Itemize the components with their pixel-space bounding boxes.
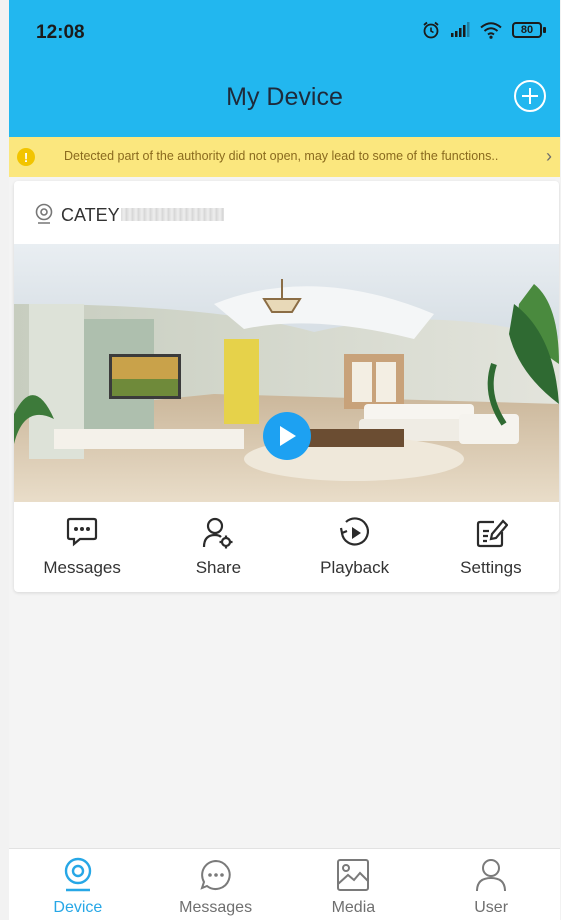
nav-media[interactable]: Media	[285, 849, 423, 920]
alarm-icon	[423, 21, 439, 39]
edit-settings-icon	[476, 519, 508, 548]
action-messages-label: Messages	[43, 558, 121, 577]
user-icon	[476, 859, 507, 892]
action-messages[interactable]: Messages	[14, 502, 150, 592]
nav-device-label: Device	[53, 899, 103, 916]
nav-user[interactable]: User	[422, 849, 560, 920]
image-icon	[337, 859, 370, 891]
action-settings[interactable]: Settings	[423, 502, 559, 592]
nav-media-label: Media	[331, 899, 376, 916]
camera-location-icon	[35, 203, 53, 224]
play-button[interactable]	[263, 412, 311, 460]
warning-icon: !	[17, 148, 35, 166]
device-name: CATEY	[61, 205, 120, 225]
status-icons: 80	[422, 21, 546, 39]
playback-icon	[339, 517, 369, 546]
action-settings-label: Settings	[460, 558, 522, 577]
add-device-button[interactable]	[513, 79, 547, 113]
nav-device[interactable]: Device	[9, 849, 147, 920]
nav-messages-label: Messages	[179, 899, 253, 916]
user-gear-icon	[203, 517, 233, 549]
app-screen: 12:08 80 My Device ! Detected part of th…	[9, 0, 560, 920]
action-share[interactable]: Share	[150, 502, 286, 592]
nav-user-label: User	[474, 899, 509, 916]
device-actions: Messages Share Playback Settings	[14, 502, 559, 592]
action-playback[interactable]: Playback	[287, 502, 423, 592]
action-share-label: Share	[195, 558, 242, 577]
page-title: My Device	[226, 83, 343, 111]
warning-text: Detected part of the authority did not o…	[64, 149, 499, 163]
chevron-right-icon: ›	[546, 146, 552, 166]
camera-icon	[64, 857, 92, 892]
app-header: 12:08 80 My Device	[9, 0, 560, 137]
signal-icon	[451, 22, 470, 37]
bottom-nav: Device Messages Media User	[9, 848, 560, 920]
device-card: CATEY Messages Share Playback Settings	[14, 181, 559, 592]
camera-preview[interactable]	[14, 244, 559, 502]
wifi-icon	[480, 21, 502, 39]
battery-tip	[543, 27, 546, 33]
play-icon	[280, 426, 296, 446]
nav-messages[interactable]: Messages	[147, 849, 285, 920]
status-time: 12:08	[36, 22, 85, 43]
redacted-device-id	[121, 208, 224, 221]
battery-indicator: 80	[512, 22, 546, 38]
permission-warning-banner[interactable]: ! Detected part of the authority did not…	[9, 137, 560, 177]
device-card-header[interactable]: CATEY	[14, 181, 559, 244]
action-playback-label: Playback	[320, 558, 390, 577]
battery-level: 80	[512, 22, 542, 38]
chat-bubble-icon	[199, 859, 231, 890]
chat-bubble-icon	[67, 517, 98, 547]
living-room-preview-image	[14, 244, 559, 502]
